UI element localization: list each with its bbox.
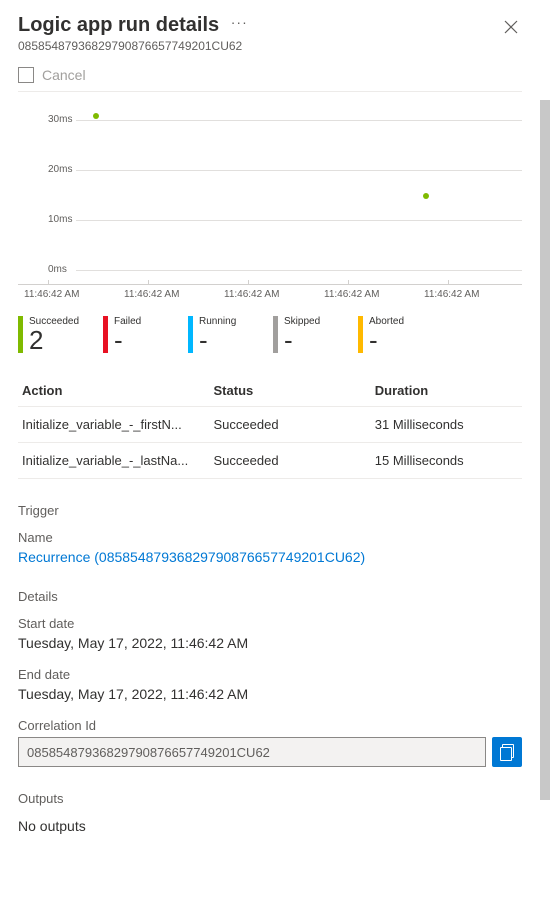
vertical-scrollbar[interactable]: [540, 100, 550, 800]
table-row[interactable]: Initialize_variable_-_lastNa... Succeede…: [18, 443, 522, 479]
toolbar-divider: [18, 91, 522, 92]
details-section: Details Start date Tuesday, May 17, 2022…: [18, 589, 522, 767]
cell-action: Initialize_variable_-_lastNa...: [18, 443, 210, 479]
run-details-panel: Logic app run details ··· 08585487936829…: [0, 0, 540, 920]
outputs-section: Outputs No outputs: [18, 791, 522, 834]
section-title: Trigger: [18, 503, 522, 518]
start-date-label: Start date: [18, 616, 522, 631]
col-duration[interactable]: Duration: [371, 375, 522, 407]
cancel-checkbox[interactable]: [18, 67, 34, 83]
table-header-row: Action Status Duration: [18, 375, 522, 407]
x-tick-label: 11:46:42 AM: [424, 289, 540, 300]
close-button[interactable]: [500, 14, 522, 43]
col-status[interactable]: Status: [210, 375, 371, 407]
status-value: 2: [29, 327, 79, 353]
chart-point: [423, 193, 429, 199]
copy-button[interactable]: [492, 737, 522, 767]
gridline: [76, 270, 522, 271]
header-left: Logic app run details ··· 08585487936829…: [18, 14, 500, 53]
start-date-value: Tuesday, May 17, 2022, 11:46:42 AM: [18, 635, 522, 651]
copy-icon: [500, 744, 514, 760]
gridline: [76, 120, 522, 121]
outputs-value: No outputs: [18, 818, 522, 834]
status-value: -: [369, 327, 404, 353]
col-action[interactable]: Action: [18, 375, 210, 407]
page-title: Logic app run details: [18, 14, 219, 37]
actions-table: Action Status Duration Initialize_variab…: [18, 375, 522, 479]
section-title: Details: [18, 589, 522, 604]
cell-duration: 15 Milliseconds: [371, 443, 522, 479]
run-id: 08585487936829790876657749201CU62: [18, 39, 500, 53]
status-running[interactable]: Running -: [188, 316, 273, 353]
correlation-id-row: [18, 737, 522, 767]
status-failed[interactable]: Failed -: [103, 316, 188, 353]
y-tick-10: 10ms: [48, 214, 72, 225]
section-title: Outputs: [18, 791, 522, 806]
cell-duration: 31 Milliseconds: [371, 407, 522, 443]
status-skipped[interactable]: Skipped -: [273, 316, 358, 353]
y-tick-20: 20ms: [48, 164, 72, 175]
y-tick-30: 30ms: [48, 114, 72, 125]
trigger-name-link[interactable]: Recurrence (0858548793682979087665774920…: [18, 549, 522, 565]
cell-status: Succeeded: [210, 407, 371, 443]
header: Logic app run details ··· 08585487936829…: [18, 14, 522, 53]
chart-point: [93, 113, 99, 119]
more-icon[interactable]: ···: [231, 14, 248, 30]
end-date-value: Tuesday, May 17, 2022, 11:46:42 AM: [18, 686, 522, 702]
gridline: [76, 220, 522, 221]
status-value: -: [114, 327, 141, 353]
trigger-section: Trigger Name Recurrence (085854879368297…: [18, 503, 522, 565]
cell-status: Succeeded: [210, 443, 371, 479]
status-value: -: [199, 327, 236, 353]
status-succeeded[interactable]: Succeeded 2: [18, 316, 103, 353]
x-axis: 11:46:42 AM 11:46:42 AM 11:46:42 AM 11:4…: [18, 284, 522, 300]
correlation-id-label: Correlation Id: [18, 718, 522, 733]
status-value: -: [284, 327, 320, 353]
duration-chart: 30ms 20ms 10ms 0ms: [18, 110, 522, 280]
trigger-name-label: Name: [18, 530, 522, 545]
status-aborted[interactable]: Aborted -: [358, 316, 443, 353]
cancel-label: Cancel: [42, 67, 86, 83]
cell-action: Initialize_variable_-_firstN...: [18, 407, 210, 443]
end-date-label: End date: [18, 667, 522, 682]
toolbar: Cancel: [18, 67, 522, 83]
status-summary: Succeeded 2 Failed - Running - Skipped -: [18, 316, 522, 353]
close-icon: [504, 20, 518, 34]
table-row[interactable]: Initialize_variable_-_firstN... Succeede…: [18, 407, 522, 443]
gridline: [76, 170, 522, 171]
correlation-id-input[interactable]: [18, 737, 486, 767]
y-tick-0: 0ms: [48, 264, 67, 275]
